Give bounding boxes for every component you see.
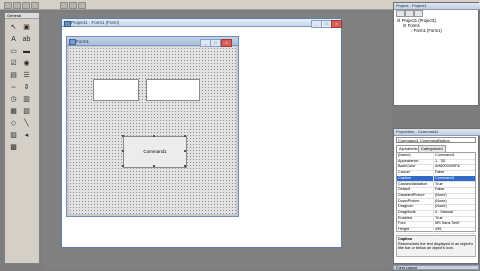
optionbutton-icon[interactable]: ◉: [22, 59, 31, 68]
property-value[interactable]: True: [433, 181, 475, 187]
picturebox-icon[interactable]: ▣: [22, 23, 31, 32]
form1-titlebar[interactable]: Form1 _ □ ×: [67, 37, 238, 47]
toolbar-button[interactable]: [69, 2, 77, 9]
property-value[interactable]: False: [433, 170, 475, 176]
property-name: BackColor: [398, 164, 416, 169]
property-name: CausesValidation: [398, 181, 428, 186]
form-icon: [69, 39, 76, 45]
property-name: Font: [398, 221, 406, 226]
toggle-folders-icon[interactable]: [414, 10, 423, 17]
resize-handle[interactable]: [184, 150, 186, 152]
form1-design-grid[interactable]: Command1: [69, 47, 236, 214]
toolbar-button[interactable]: [60, 2, 68, 9]
property-row[interactable]: Height 495: [397, 227, 475, 234]
toolbar-button[interactable]: [13, 2, 21, 9]
dirlist-icon[interactable]: ▦: [9, 107, 18, 116]
properties-window: Properties - Command1 Command1 CommandBu…: [393, 128, 480, 264]
tree-item-form1[interactable]: ▫ Form1 (Form1): [411, 28, 442, 33]
toolbar-button[interactable]: [4, 2, 12, 9]
form1-title: Form1: [76, 39, 90, 44]
form1-window[interactable]: Form1 _ □ × Command1: [66, 36, 239, 217]
property-value[interactable]: Command1: [433, 153, 475, 159]
designer-titlebar[interactable]: Project1 - Form1 (Form) _ □ ×: [62, 19, 342, 28]
designer-title: Project1 - Form1 (Form): [71, 20, 120, 25]
command1-button[interactable]: Command1: [123, 136, 187, 168]
property-name: Cancel: [398, 170, 410, 175]
line-icon[interactable]: ╲: [22, 119, 31, 128]
hscroll-icon[interactable]: ⇔: [9, 83, 18, 92]
property-name: Default: [398, 187, 411, 192]
property-name: Height: [398, 227, 409, 232]
resize-handle[interactable]: [122, 135, 124, 137]
ole-icon[interactable]: ▩: [9, 143, 18, 152]
maximize-icon[interactable]: □: [210, 38, 221, 47]
toolbar-button[interactable]: [78, 2, 86, 9]
property-description: Caption Returns/sets the text displayed …: [396, 235, 476, 257]
image-icon[interactable]: ▨: [9, 131, 18, 140]
property-value[interactable]: False: [433, 187, 475, 193]
resize-handle[interactable]: [153, 165, 155, 167]
vscroll-icon[interactable]: ⇕: [22, 83, 31, 92]
data-icon[interactable]: ◂: [22, 131, 31, 140]
close-icon[interactable]: ×: [331, 20, 342, 28]
object-select[interactable]: Command1 CommandButton: [396, 137, 476, 143]
project-explorer-title: Project - Project1: [394, 3, 480, 10]
resize-handle[interactable]: [153, 135, 155, 137]
pointer-icon[interactable]: ↖: [9, 23, 18, 32]
resize-handle[interactable]: [122, 150, 124, 152]
combobox-icon[interactable]: ▤: [9, 71, 18, 80]
filelist-icon[interactable]: ▧: [22, 107, 31, 116]
textbox-icon[interactable]: ab: [22, 35, 31, 44]
close-icon[interactable]: ×: [221, 38, 232, 47]
property-value[interactable]: (None): [433, 192, 475, 199]
view-code-icon[interactable]: [396, 10, 405, 17]
property-value[interactable]: &H8000000F&: [433, 164, 475, 170]
toolbar-button[interactable]: [22, 2, 30, 9]
description-text: Returns/sets the text displayed in an ob…: [398, 241, 474, 251]
view-object-icon[interactable]: [405, 10, 414, 17]
toolbar-button[interactable]: [31, 2, 39, 9]
property-name: Enabled: [398, 215, 412, 220]
toolbox: General ↖ ▣ Aab ▭ ▬ ☑ ◉ ▤ ☰ ⇔ ⇕ ◷ ▥ ▦ ▧ ◇ ╲ ▨ ◂ ▩: [4, 12, 40, 264]
property-value[interactable]: (None): [433, 204, 475, 210]
resize-handle[interactable]: [184, 165, 186, 167]
timer-icon[interactable]: ◷: [9, 95, 18, 104]
property-name: (Name): [398, 153, 411, 157]
label-icon[interactable]: A: [9, 35, 18, 44]
listbox-icon[interactable]: ☰: [22, 71, 31, 80]
property-name: DisabledPicture: [398, 192, 425, 197]
text1-textbox[interactable]: [93, 79, 139, 101]
project-explorer: Project - Project1 ⊟ Project1 (Project1)…: [393, 2, 480, 106]
property-value[interactable]: 0 - Manual: [433, 210, 475, 216]
commandbutton-icon[interactable]: ▬: [22, 47, 31, 56]
resize-handle[interactable]: [122, 165, 124, 167]
drivelist-icon[interactable]: ▥: [22, 95, 31, 104]
form-layout-title: Form Layout: [393, 265, 479, 270]
frame-icon[interactable]: ▭: [9, 47, 18, 56]
properties-title: Properties - Command1: [394, 129, 480, 136]
property-value[interactable]: (None): [433, 198, 475, 205]
property-value[interactable]: 1 - 3D: [433, 158, 475, 165]
checkbox-icon[interactable]: ☑: [9, 59, 18, 68]
property-name: DragIcon: [398, 204, 414, 209]
shape-icon[interactable]: ◇: [9, 119, 18, 128]
property-name: DragMode: [398, 210, 416, 214]
form-icon: [64, 21, 71, 27]
resize-handle[interactable]: [184, 135, 186, 137]
property-name: DownPicture: [398, 198, 420, 203]
property-grid[interactable]: (Name) Command1 Appearance 1 - 3D BackColor &…: [396, 152, 476, 234]
toolbox-title: General: [5, 13, 39, 19]
property-value[interactable]: Command1: [433, 175, 475, 182]
property-value[interactable]: MS Sans Serif: [433, 221, 475, 227]
property-value[interactable]: 495: [433, 227, 475, 233]
text2-textbox[interactable]: [146, 79, 200, 101]
property-value[interactable]: True: [433, 215, 475, 222]
property-name: Caption: [398, 175, 412, 180]
property-name: Appearance: [398, 158, 419, 163]
